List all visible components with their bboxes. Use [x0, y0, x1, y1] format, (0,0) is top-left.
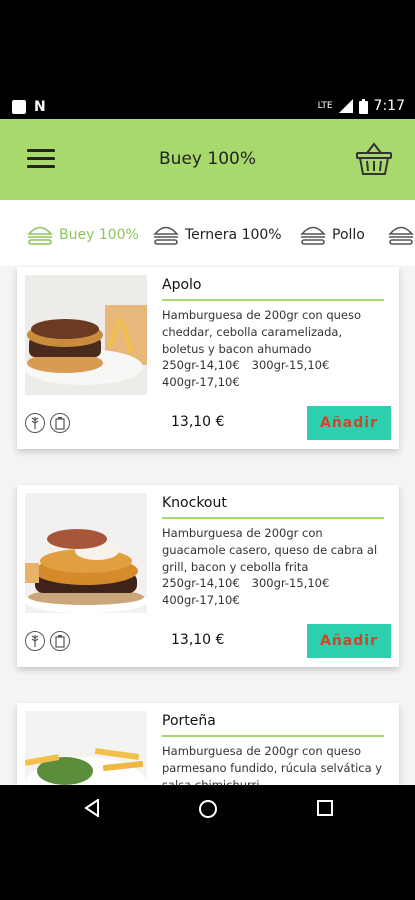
add-button[interactable]: Añadir [307, 406, 391, 440]
network-label: LTE [317, 101, 333, 111]
product-card[interactable]: Apolo Hamburguesa de 200gr con queso che… [17, 267, 399, 449]
allergen-list [25, 413, 70, 433]
android-nav-bar [0, 785, 415, 835]
tab-next[interactable] [388, 224, 414, 246]
name-divider [162, 517, 384, 519]
product-description: Hamburguesa de 200gr con guacamole caser… [162, 526, 378, 574]
battery-icon [358, 98, 368, 114]
burger-icon [153, 226, 179, 245]
tab-buey[interactable]: Buey 100% [27, 224, 139, 246]
allergen-list [25, 631, 70, 651]
tab-ternera[interactable]: Ternera 100% [153, 224, 282, 246]
price-options: 250gr-14,10€ 300gr-15,10€ 400gr-17,10€ [162, 575, 387, 609]
price-option: 250gr-14,10€ [162, 576, 240, 590]
page-title: Buey 100% [159, 149, 256, 169]
notification-n-icon: N [34, 99, 46, 115]
recents-icon[interactable] [316, 799, 334, 817]
top-black-area [0, 0, 415, 95]
price-option: 300gr-15,10€ [251, 576, 330, 590]
home-icon[interactable] [198, 799, 218, 819]
product-name: Knockout [162, 495, 227, 511]
dairy-allergen-icon [50, 631, 70, 651]
product-card[interactable]: Porteña Hamburguesa de 200gr con queso p… [17, 703, 399, 785]
tab-label: Pollo [332, 227, 365, 243]
product-description: Hamburguesa de 200gr con queso cheddar, … [162, 308, 362, 356]
content-area: Buey 100% Ternera 100% Pollo Apolo Hambu… [0, 200, 415, 785]
tab-pollo[interactable]: Pollo [300, 224, 365, 246]
add-button[interactable]: Añadir [307, 624, 391, 658]
tab-label: Ternera 100% [185, 227, 282, 243]
product-card[interactable]: Knockout Hamburguesa de 200gr con guacam… [17, 485, 399, 667]
product-name: Apolo [162, 277, 202, 293]
product-name: Porteña [162, 713, 216, 729]
name-divider [162, 299, 384, 301]
tab-label: Buey 100% [59, 227, 139, 243]
product-price: 13,10 € [171, 632, 225, 648]
status-bar: N LTE 7:17 [0, 95, 415, 119]
basket-icon[interactable] [355, 141, 393, 177]
status-time: 7:17 [373, 98, 405, 114]
name-divider [162, 735, 384, 737]
product-photo [25, 275, 147, 395]
gluten-allergen-icon [25, 413, 45, 433]
dairy-allergen-icon [50, 413, 70, 433]
price-options: 250gr-14,10€ 300gr-15,10€ 400gr-17,10€ [162, 357, 387, 391]
burger-icon [300, 226, 326, 245]
price-option: 300gr-15,10€ [251, 358, 330, 372]
product-photo [25, 711, 147, 785]
gluten-allergen-icon [25, 631, 45, 651]
category-tabs: Buey 100% Ternera 100% Pollo [0, 200, 415, 266]
price-option: 400gr-17,10€ [162, 593, 240, 607]
product-description: Hamburguesa de 200gr con queso parmesano… [162, 744, 383, 785]
burger-icon [27, 226, 53, 245]
price-option: 250gr-14,10€ [162, 358, 240, 372]
app-bar: Buey 100% [0, 119, 415, 200]
back-icon[interactable] [84, 799, 100, 817]
burger-icon [388, 226, 414, 245]
sim-icon [12, 100, 26, 114]
product-price: 13,10 € [171, 414, 225, 430]
bottom-black-area [0, 835, 415, 900]
signal-icon [338, 99, 353, 113]
price-option: 400gr-17,10€ [162, 375, 240, 389]
product-photo [25, 493, 147, 613]
